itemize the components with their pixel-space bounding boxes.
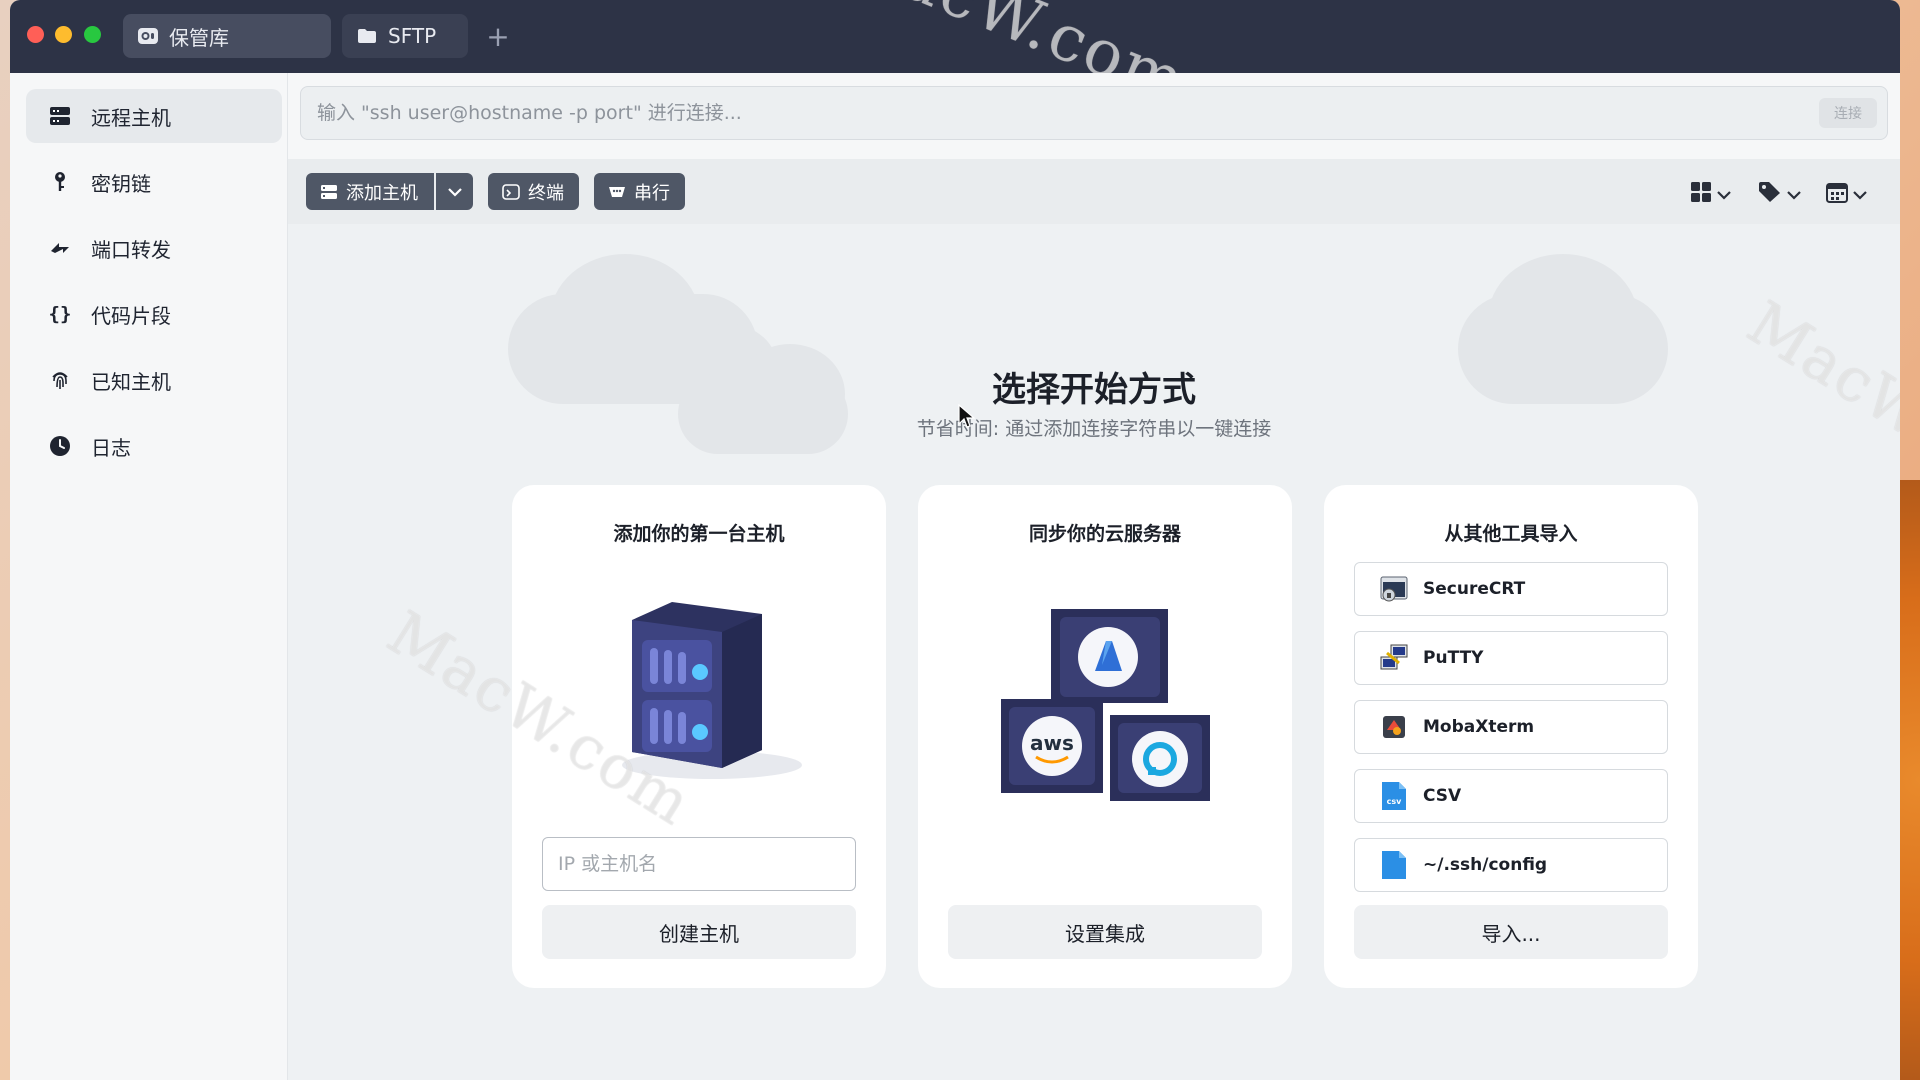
sidebar-item-snippets[interactable]: {} 代码片段 <box>26 287 282 341</box>
csv-icon-text: csv <box>1387 797 1403 806</box>
sidebar-item-label: 代码片段 <box>91 303 171 328</box>
setup-integration-button[interactable]: 设置集成 <box>948 905 1262 959</box>
file-icon <box>1379 850 1409 880</box>
port-forward-icon <box>47 235 73 261</box>
title-bar: 保管库 SFTP + MacW.com <box>10 0 1900 120</box>
import-ssh-config-button[interactable]: ~/.ssh/config <box>1354 838 1668 892</box>
app-window: 保管库 SFTP + MacW.com 远程主机 密钥链 端口转发 {} 代码片… <box>10 0 1900 1080</box>
import-securecrt-button[interactable]: SecureCRT <box>1354 562 1668 616</box>
sidebar-item-remote-hosts[interactable]: 远程主机 <box>26 89 282 143</box>
connect-button[interactable]: 连接 <box>1819 98 1877 128</box>
toolbar: 添加主机 终端 串行 <box>288 159 1900 224</box>
sidebar-item-label: 已知主机 <box>91 369 171 394</box>
add-host-card: 添加你的第一台主机 IP 或主机名 创建主机 <box>512 485 886 988</box>
import-item-label: CSV <box>1423 786 1462 806</box>
sidebar-item-label: 端口转发 <box>91 237 171 262</box>
vault-icon <box>137 27 159 45</box>
import-item-label: PuTTY <box>1423 648 1484 668</box>
command-bar: 连接 <box>300 86 1888 140</box>
cloud-sync-card: 同步你的云服务器 aws 设置集成 <box>918 485 1292 988</box>
card-title: 添加你的第一台主机 <box>613 523 785 545</box>
csv-file-icon: csv <box>1379 781 1409 811</box>
cloud-providers-illustration: aws <box>998 603 1218 807</box>
serial-label: 串行 <box>634 182 670 204</box>
server-icon <box>47 103 73 129</box>
tab-label: 保管库 <box>169 25 229 50</box>
fingerprint-icon <box>47 367 73 393</box>
chevron-down-icon <box>447 181 462 202</box>
terminal-label: 终端 <box>528 182 564 204</box>
empty-state-area: 选择开始方式 节省时间: 通过添加连接字符串以一键连接 添加你的第一台主机 IP… <box>288 224 1900 1080</box>
mobaxterm-icon <box>1379 712 1409 742</box>
tab-sftp[interactable]: SFTP <box>342 14 468 58</box>
serial-button[interactable]: 串行 <box>594 173 685 210</box>
sidebar-item-label: 远程主机 <box>91 105 171 130</box>
calendar-icon <box>1826 181 1848 207</box>
main-panel: 连接 添加主机 终端 <box>288 73 1900 1080</box>
command-bar-area: 连接 <box>288 73 1900 159</box>
chevron-down-icon <box>1717 185 1731 204</box>
server-icon <box>320 184 338 200</box>
add-host-label: 添加主机 <box>346 182 418 204</box>
calendar-sort-toggle[interactable] <box>1826 181 1867 207</box>
serial-port-icon <box>608 185 626 199</box>
import-item-label: SecureCRT <box>1423 579 1526 599</box>
card-title: 同步你的云服务器 <box>1028 523 1181 545</box>
page-subtitle: 节省时间: 通过添加连接字符串以一键连接 <box>916 418 1272 440</box>
import-mobaxterm-button[interactable]: MobaXterm <box>1354 700 1668 754</box>
tab-label: SFTP <box>388 24 437 48</box>
chevron-down-icon <box>1787 185 1801 204</box>
chevron-down-icon <box>1853 185 1867 204</box>
create-host-button[interactable]: 创建主机 <box>542 905 856 959</box>
ssh-command-input[interactable] <box>301 101 1819 125</box>
minimize-window-button[interactable] <box>55 26 72 43</box>
putty-icon <box>1379 643 1409 673</box>
sidebar-item-label: 日志 <box>91 435 131 460</box>
braces-icon: {} <box>48 303 72 325</box>
sidebar-item-label: 密钥链 <box>91 171 151 196</box>
import-button[interactable]: 导入... <box>1354 905 1668 959</box>
sidebar-item-keychain[interactable]: 密钥链 <box>26 155 282 209</box>
card-title: 从其他工具导入 <box>1444 523 1578 545</box>
page-title: 选择开始方式 <box>992 370 1196 410</box>
aws-logo-text: aws <box>1030 731 1074 755</box>
add-host-dropdown-button[interactable] <box>436 173 473 210</box>
import-putty-button[interactable]: PuTTY <box>1354 631 1668 685</box>
import-csv-button[interactable]: csv CSV <box>1354 769 1668 823</box>
tab-vault[interactable]: 保管库 <box>123 14 331 58</box>
add-host-button[interactable]: 添加主机 <box>306 173 434 210</box>
folder-icon <box>356 27 378 45</box>
import-item-label: MobaXterm <box>1423 717 1535 737</box>
import-item-label: ~/.ssh/config <box>1423 855 1548 875</box>
view-mode-toggle[interactable] <box>1690 181 1731 207</box>
sidebar-item-port-forwarding[interactable]: 端口转发 <box>26 221 282 275</box>
mouse-cursor <box>958 403 976 434</box>
terminal-button[interactable]: 终端 <box>488 173 579 210</box>
new-tab-button[interactable]: + <box>480 14 516 58</box>
server-illustration <box>602 600 802 794</box>
import-card: 从其他工具导入 SecureCRT PuTTY MobaXterm csv CS… <box>1324 485 1698 988</box>
close-window-button[interactable] <box>27 26 44 43</box>
zoom-window-button[interactable] <box>84 26 101 43</box>
tag-filter-toggle[interactable] <box>1758 181 1801 207</box>
securecrt-icon <box>1379 574 1409 604</box>
tag-icon <box>1758 181 1782 207</box>
key-icon <box>47 169 73 195</box>
host-address-input[interactable] <box>542 837 856 891</box>
grid-icon <box>1690 181 1712 207</box>
clock-icon <box>47 433 73 459</box>
sidebar: 远程主机 密钥链 端口转发 {} 代码片段 已知主机 日志 <box>10 73 288 1080</box>
terminal-icon <box>502 183 520 200</box>
sidebar-item-known-hosts[interactable]: 已知主机 <box>26 353 282 407</box>
sidebar-item-logs[interactable]: 日志 <box>26 419 282 473</box>
